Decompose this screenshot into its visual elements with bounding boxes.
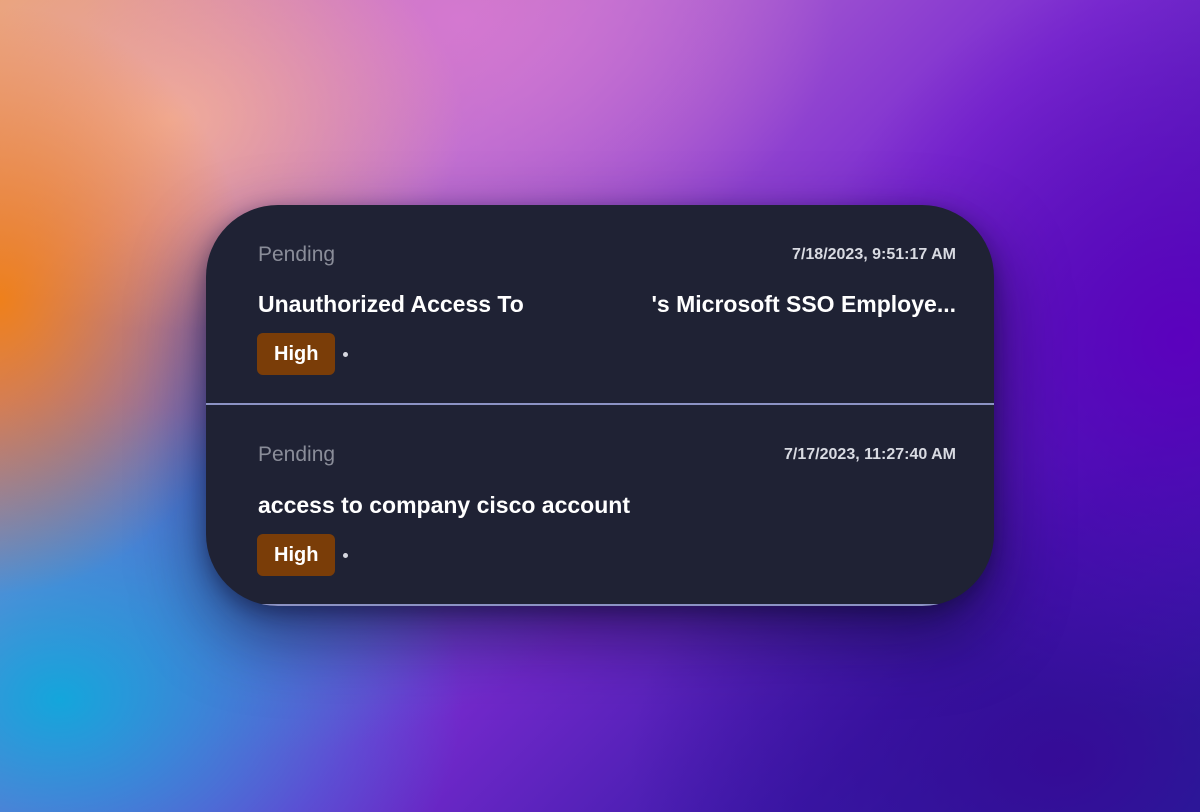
alert-timestamp: 7/17/2023, 11:27:40 AM <box>784 446 956 463</box>
severity-badge: High <box>257 333 336 375</box>
separator-dot-icon <box>343 552 349 558</box>
alert-title: Unauthorized Access To <box>258 291 524 317</box>
alert-title: access to company cisco account <box>258 492 630 518</box>
alert-meta: High <box>257 333 349 375</box>
alert-title-continuation: 's Microsoft SSO Employe... <box>651 291 956 317</box>
alert-status: Pending <box>258 243 336 266</box>
alert-status: Pending <box>258 443 336 466</box>
alert-item[interactable]: Pending 7/17/2023, 11:27:40 AM access to… <box>206 406 994 606</box>
alert-timestamp: 7/18/2023, 9:51:17 AM <box>792 246 956 263</box>
separator-dot-icon <box>343 351 349 357</box>
alert-meta: High <box>257 534 349 576</box>
alert-item[interactable]: Pending 7/18/2023, 9:51:17 AM Unauthoriz… <box>206 205 994 405</box>
alert-list-card: Pending 7/18/2023, 9:51:17 AM Unauthoriz… <box>206 205 994 606</box>
severity-badge: High <box>257 534 336 576</box>
